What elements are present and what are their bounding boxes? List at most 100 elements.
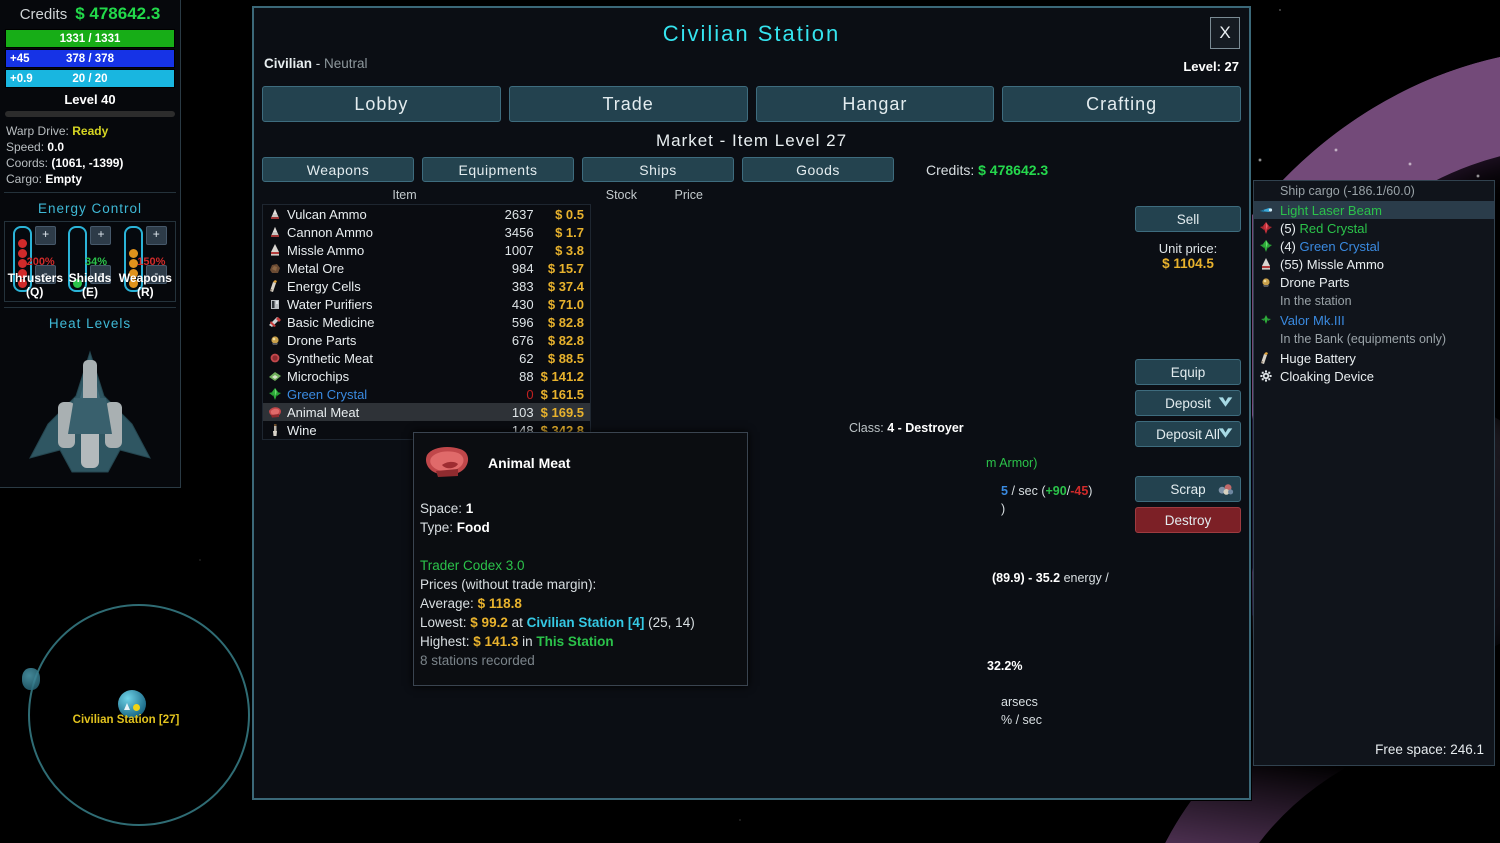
cargo-list: Ship cargo (-186.1/60.0) Light Laser Beam…: [1254, 181, 1494, 385]
market-item-row[interactable]: Water Purifiers 430 $ 71.0: [263, 295, 590, 313]
player-hud: Credits $ 478642.3 1331 / 1331 +45 378 /…: [0, 0, 181, 488]
ammo-cone-icon: [271, 227, 279, 237]
laser-beam-icon: [1260, 208, 1273, 213]
tab-lobby[interactable]: Lobby: [262, 86, 501, 122]
item-name: Green Crystal: [287, 386, 368, 402]
item-name: Microchips: [287, 368, 350, 384]
category-tab-goods[interactable]: Goods: [742, 157, 894, 182]
item-name: Energy Cells: [287, 278, 361, 294]
market-item-row[interactable]: Metal Ore 984 $ 15.7: [263, 259, 590, 277]
station-window: Civilian Station X Civilian - Neutral Le…: [252, 6, 1495, 800]
energy-increase-button[interactable]: +: [90, 226, 112, 245]
close-button[interactable]: X: [1210, 17, 1240, 49]
warp-drive-status: Warp Drive: Ready: [0, 123, 180, 139]
system-label: Shields: [68, 271, 112, 285]
coords-status: Coords: (1061, -1399): [0, 155, 180, 171]
battery-icon: [1261, 352, 1268, 364]
market-item-row[interactable]: Energy Cells 383 $ 37.4: [263, 277, 590, 295]
tooltip-header: Animal Meat: [414, 433, 747, 483]
market-item-row[interactable]: Vulcan Ammo 2637 $ 0.5: [263, 205, 590, 223]
cargo-item-name: (55) Missle Ammo: [1280, 257, 1384, 272]
cargo-item-row[interactable]: Huge Battery: [1254, 349, 1494, 367]
equip-button[interactable]: Equip: [1135, 359, 1241, 385]
cargo-item-name: Drone Parts: [1280, 274, 1350, 290]
hud-credits: Credits $ 478642.3: [0, 0, 180, 28]
energy-b: energy /: [1063, 571, 1109, 585]
cargo-status: Cargo: Empty: [0, 171, 180, 187]
unit-price-value: $ 1104.5: [1162, 256, 1214, 271]
column-item: Item: [392, 188, 417, 202]
tab-hangar[interactable]: Hangar: [755, 86, 995, 122]
speed-value: 0.0: [47, 140, 65, 154]
heat-levels-title: Heat Levels: [48, 316, 132, 331]
item-stock: 984: [511, 260, 534, 276]
energy-system-shields: + -34% Shields (E): [63, 226, 117, 299]
deposit-button[interactable]: Deposit: [1135, 390, 1241, 416]
detail-percent-line: 32.2%: [849, 658, 1149, 676]
cargo-item-row[interactable]: Valor Mk.III: [1254, 311, 1494, 329]
coords-label: Coords:: [6, 156, 49, 170]
market-item-row[interactable]: Cannon Ammo 3456 $ 1.7: [263, 223, 590, 241]
highest-station: This Station: [536, 634, 614, 649]
market-item-row[interactable]: Animal Meat 103 $ 169.5: [263, 403, 590, 421]
scrap-button[interactable]: Scrap: [1135, 476, 1241, 502]
energy-system-thrusters: + -200% Thrusters (Q): [7, 226, 64, 299]
energy-control-title: Energy Control: [37, 201, 143, 216]
item-stock: 103: [511, 404, 534, 420]
tooltip-average: Average: $ 118.8: [420, 594, 747, 613]
rate-value: 5: [1001, 484, 1008, 498]
cargo-item-row[interactable]: Drone Parts: [1254, 273, 1494, 291]
item-name: Drone Parts: [287, 332, 357, 348]
minimap-objective-dot: [133, 704, 140, 711]
player-level: Level 40: [64, 92, 116, 107]
market-item-row[interactable]: Missle Ammo 1007 $ 3.8: [263, 241, 590, 259]
valor-icon: [1261, 315, 1271, 324]
market-item-row[interactable]: Drone Parts 676 $ 82.8: [263, 331, 590, 349]
class-label: Class:: [849, 421, 884, 435]
category-tab-weapons[interactable]: Weapons: [262, 157, 414, 182]
energy-increase-button[interactable]: +: [145, 226, 167, 245]
system-hotkey: (E): [81, 285, 98, 299]
station-level-value: 27: [1224, 59, 1239, 74]
category-tab-equipments[interactable]: Equipments: [422, 157, 574, 182]
lowest-value: $ 99.2: [470, 615, 508, 630]
unit-price-label: Unit price:: [1158, 241, 1218, 256]
shield-bar-value: 378 / 378: [66, 52, 114, 65]
category-tab-ships[interactable]: Ships: [582, 157, 734, 182]
tab-trade[interactable]: Trade: [508, 86, 748, 122]
cargo-item-name: Cloaking Device: [1280, 368, 1374, 384]
market-item-row[interactable]: Basic Medicine 596 $ 82.8: [263, 313, 590, 331]
market-item-row[interactable]: Green Crystal 0 $ 161.5: [263, 385, 590, 403]
cargo-item-row[interactable]: (5) Red Crystal: [1254, 219, 1494, 237]
warp-drive-label: Warp Drive:: [6, 124, 69, 138]
minimap[interactable]: Civilian Station [27]: [0, 590, 252, 843]
deposit-all-button[interactable]: Deposit All: [1135, 421, 1241, 447]
medicine-icon: [269, 317, 281, 327]
space-label: Space:: [420, 501, 463, 516]
destroy-button[interactable]: Destroy: [1135, 507, 1241, 533]
market-item-row[interactable]: Synthetic Meat 62 $ 88.5: [263, 349, 590, 367]
ore-icon: [270, 264, 280, 273]
wine-icon: [273, 424, 277, 436]
rate-unit: / sec: [1011, 484, 1038, 498]
cargo-item-row[interactable]: (4) Green Crystal: [1254, 237, 1494, 255]
cargo-item-row[interactable]: Cloaking Device: [1254, 367, 1494, 385]
faction-dash: -: [312, 56, 325, 71]
market-item-row[interactable]: Microchips 88 $ 141.2: [263, 367, 590, 385]
item-name: Cannon Ammo: [287, 224, 373, 240]
system-hotkey: (Q): [25, 285, 44, 299]
type-value: Food: [456, 520, 490, 535]
cargo-label: Cargo:: [6, 172, 43, 186]
item-price: $ 37.4: [547, 278, 585, 294]
system-label: Thrusters: [7, 271, 64, 285]
tooltip-type: Type: Food: [420, 518, 747, 537]
cargo-item-row[interactable]: (55) Missle Ammo: [1254, 255, 1494, 273]
selected-ship-details: Class: 4 - Destroyer m Armor) 5 / sec (+…: [849, 420, 1149, 729]
credits-value: $ 478642.3: [75, 4, 161, 23]
cargo-item-row[interactable]: Light Laser Beam: [1254, 201, 1494, 219]
tab-crafting[interactable]: Crafting: [1002, 86, 1241, 122]
cargo-item-label: Missle Ammo: [1306, 256, 1385, 272]
sell-button[interactable]: Sell: [1135, 206, 1241, 232]
cargo-item-count: (4): [1280, 238, 1300, 254]
energy-increase-button[interactable]: +: [35, 226, 57, 245]
